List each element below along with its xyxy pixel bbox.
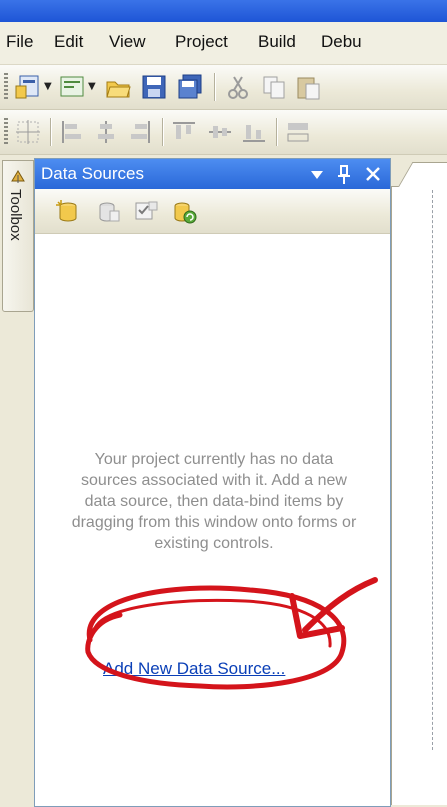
add-item-icon[interactable]	[58, 73, 86, 101]
align-bottoms-icon[interactable]	[240, 118, 268, 146]
align-centers-icon[interactable]	[92, 118, 120, 146]
layout-toolbar	[0, 110, 447, 155]
toolbar-separator	[50, 118, 51, 146]
menu-file[interactable]: File	[6, 32, 33, 52]
chevron-down-icon[interactable]: ▼	[44, 81, 52, 92]
save-all-icon[interactable]	[176, 73, 204, 101]
menu-view[interactable]: View	[109, 32, 146, 52]
toolbar-grip[interactable]	[4, 118, 8, 146]
align-rights-icon[interactable]	[126, 118, 154, 146]
edit-dataset-icon[interactable]	[95, 199, 121, 225]
toolbox-tab[interactable]: Toolbox	[2, 160, 34, 312]
data-sources-panel: Data Sources Your project currently has …	[34, 158, 391, 807]
toolbox-label: Toolbox	[7, 189, 24, 241]
chevron-down-icon[interactable]: ▼	[88, 81, 96, 92]
panel-body: Your project currently has no data sourc…	[35, 234, 390, 806]
align-to-grid-icon[interactable]	[14, 118, 42, 146]
toolbox-icon	[11, 170, 25, 183]
configure-icon[interactable]	[133, 199, 159, 225]
make-same-width-icon[interactable]	[284, 118, 312, 146]
empty-state-message: Your project currently has no data sourc…	[71, 451, 357, 552]
toolbar-separator	[214, 73, 215, 101]
new-project-icon[interactable]	[14, 73, 42, 101]
menu-project[interactable]: Project	[175, 32, 228, 52]
toolbar-separator	[162, 118, 163, 146]
refresh-icon[interactable]	[171, 199, 197, 225]
panel-header: Data Sources	[35, 159, 390, 189]
window-title-bar	[0, 0, 447, 22]
align-middles-icon[interactable]	[206, 118, 234, 146]
paste-icon[interactable]	[294, 73, 322, 101]
toolbar-separator	[276, 118, 277, 146]
menu-build[interactable]: Build	[258, 32, 296, 52]
copy-icon[interactable]	[260, 73, 288, 101]
save-icon[interactable]	[140, 73, 168, 101]
panel-toolbar	[35, 189, 390, 234]
align-tops-icon[interactable]	[170, 118, 198, 146]
editor-margin-line	[432, 190, 433, 750]
menu-edit[interactable]: Edit	[54, 32, 83, 52]
standard-toolbar: ▼ ▼	[0, 65, 447, 110]
chevron-down-icon[interactable]	[310, 170, 324, 180]
menu-bar: File Edit View Project Build Debu	[0, 22, 447, 65]
add-data-source-icon[interactable]	[55, 199, 81, 225]
close-icon[interactable]	[365, 166, 381, 182]
editor-area[interactable]	[391, 158, 447, 805]
add-new-data-source-link[interactable]: Add New Data Source...	[103, 659, 285, 679]
toolbar-grip[interactable]	[4, 73, 8, 101]
panel-title: Data Sources	[41, 164, 144, 183]
align-lefts-icon[interactable]	[58, 118, 86, 146]
menu-debug[interactable]: Debu	[321, 32, 362, 52]
cut-icon[interactable]	[224, 73, 252, 101]
pin-icon[interactable]	[337, 165, 351, 185]
open-folder-icon[interactable]	[104, 73, 132, 101]
